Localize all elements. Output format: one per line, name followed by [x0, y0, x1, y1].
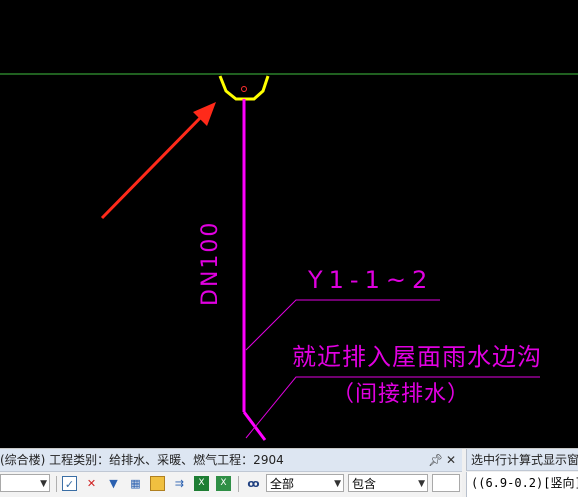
- scope-combo-value: 全部: [270, 477, 295, 491]
- formula-panel-header: 选中行计算式显示窗: [466, 449, 578, 471]
- canvas-background: [0, 0, 578, 445]
- toolbar-divider: [56, 476, 57, 492]
- close-icon[interactable]: ✕: [446, 449, 456, 471]
- folder-icon[interactable]: [150, 476, 165, 491]
- checkbox-icon[interactable]: ✓: [62, 476, 77, 491]
- panel-header-text: (综合楼) 工程类别：给排水、采暖、燃气工程：2904: [0, 453, 284, 467]
- quantity-panel: (综合楼) 工程类别：给排水、采暖、燃气工程：2904 📌︎ ✕ 选中行计算式显…: [0, 448, 578, 497]
- scope-combo[interactable]: 全部 ▼: [266, 474, 344, 492]
- drain-id-label: Y1-1~2: [308, 266, 434, 294]
- drainage-note-label: 就近排入屋面雨水边沟: [292, 343, 542, 371]
- binoculars-icon[interactable]: ꝏ: [246, 476, 261, 491]
- panel-header: (综合楼) 工程类别：给排水、采暖、燃气工程：2904 📌︎ ✕: [0, 449, 462, 472]
- chevron-down-icon: ▼: [418, 479, 425, 489]
- filter-icon[interactable]: ▼: [106, 476, 121, 491]
- match-combo[interactable]: 包含 ▼: [348, 474, 428, 492]
- chevron-down-icon: ▼: [334, 479, 341, 489]
- cad-drawing-canvas[interactable]: [0, 0, 578, 445]
- drainage-note-sub-label: （间接排水）: [332, 382, 471, 407]
- left-combo[interactable]: ▼: [0, 474, 50, 492]
- export-icon[interactable]: ⇉: [172, 476, 187, 491]
- panel-toolbar: ▼ ✓ ✕ ▼ ▦ ⇉ X X ꝏ 全部 ▼ 包含 ▼: [0, 472, 462, 497]
- excel-export-icon[interactable]: X: [216, 476, 231, 491]
- excel-icon[interactable]: X: [194, 476, 209, 491]
- search-input[interactable]: [432, 474, 460, 492]
- pin-icon[interactable]: 📌︎: [428, 449, 443, 471]
- formula-panel-title: 选中行计算式显示窗: [471, 453, 578, 467]
- formula-text: ((6.9-0.2)[竖向]: [471, 476, 578, 490]
- delete-icon[interactable]: ✕: [84, 476, 99, 491]
- match-combo-value: 包含: [352, 477, 377, 491]
- formula-display[interactable]: ((6.9-0.2)[竖向]: [466, 472, 578, 497]
- chevron-down-icon: ▼: [40, 479, 47, 489]
- pipe-size-label: DN100: [198, 220, 223, 306]
- toolbar-divider: [238, 476, 239, 492]
- table-icon[interactable]: ▦: [128, 476, 143, 491]
